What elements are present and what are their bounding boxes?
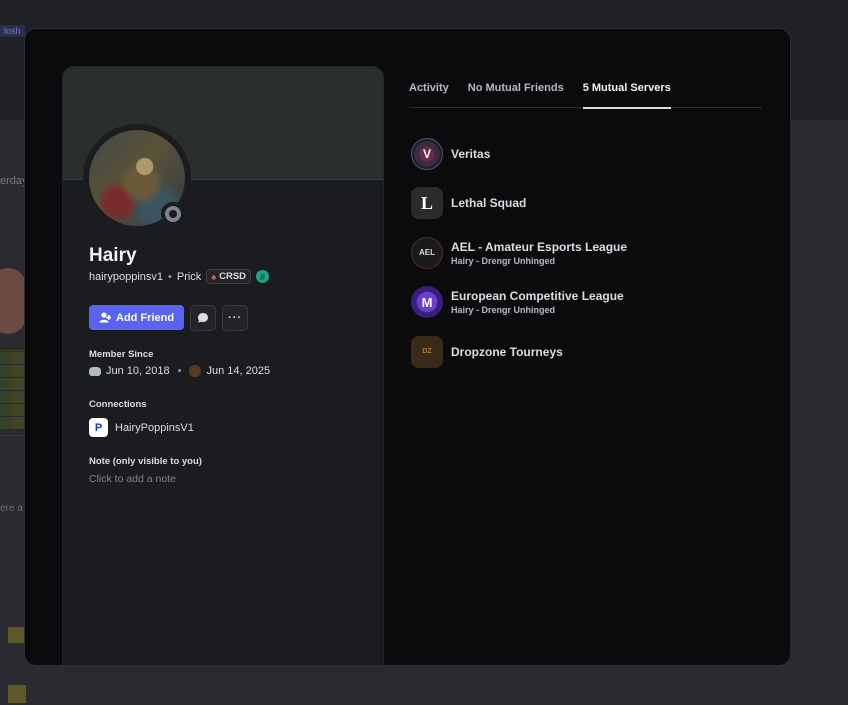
background-block [8,627,24,643]
more-options-button[interactable]: ··· [222,305,249,331]
server-item-ael[interactable]: AEL AEL - Amateur Esports League Hairy -… [411,228,762,278]
server-name: AEL - Amateur Esports League [451,239,628,254]
ecl-server-icon: M [411,286,443,319]
add-friend-button[interactable]: Add Friend [89,305,185,330]
server-name: Lethal Squad [451,196,527,211]
hashtag-badge-icon[interactable]: # [256,270,270,283]
background-block [8,685,26,703]
note-title: Note (only visible to you) [89,456,202,467]
mutual-servers-list: V Veritas L Lethal Squad AEL AEL - Amate… [411,129,762,377]
add-friend-label: Add Friend [116,311,175,324]
more-dots-icon: ··· [228,312,243,324]
avatar-frame[interactable] [83,124,191,232]
clan-icon: ♠ [211,271,217,282]
ael-server-icon: AEL [411,236,443,269]
display-name: Hairy [89,245,137,266]
member-since-row: Jun 10, 2018 • Jun 14, 2025 [89,365,270,377]
playstation-icon: P [89,418,108,437]
separator-dot: • [177,365,182,377]
clan-tag[interactable]: ♠ CRSD [206,269,252,284]
dropzone-server-icon: DZ [411,335,443,368]
message-button[interactable] [190,305,217,331]
connections-title: Connections [89,399,147,410]
server-item-dropzone[interactable]: DZ Dropzone Tourneys [411,327,762,377]
server-nickname: Hairy - Drengr Unhinged [451,255,556,266]
server-icon [189,365,202,377]
tab-mutual-friends[interactable]: No Mutual Friends [468,81,564,108]
discord-icon [89,366,101,376]
server-name: Veritas [451,146,491,161]
background-divider [0,435,24,436]
profile-modal: Hairy hairypoppinsv1 • Prick ♠ CRSD # Ad… [24,28,791,666]
separator-dot: • [168,270,172,283]
server-name: Dropzone Tourneys [451,344,563,359]
lethal-squad-server-icon: L [411,187,443,220]
background-tag: losh [0,25,25,37]
chat-bubble-icon [198,313,209,323]
status-indicator [161,202,185,226]
background-text: ere a [0,503,23,514]
profile-actions: Add Friend ··· [89,305,249,331]
server-join-date: Jun 14, 2025 [206,365,271,377]
note-input[interactable]: Click to add a note [89,473,176,485]
tab-mutual-servers[interactable]: 5 Mutual Servers [582,81,671,109]
server-item-ecl[interactable]: M European Competitive League Hairy - Dr… [411,278,762,328]
clan-tag-label: CRSD [219,271,247,282]
discord-join-date: Jun 10, 2018 [106,365,170,377]
member-since-title: Member Since [89,349,154,360]
profile-card: Hairy hairypoppinsv1 • Prick ♠ CRSD # Ad… [62,66,384,665]
tab-activity[interactable]: Activity [409,81,449,108]
server-item-lethal-squad[interactable]: L Lethal Squad [411,179,762,229]
pronouns: Prick [176,270,202,283]
user-tagline: hairypoppinsv1 • Prick ♠ CRSD # [89,269,270,284]
profile-tabs: Activity No Mutual Friends 5 Mutual Serv… [409,81,762,109]
username: hairypoppinsv1 [89,270,163,283]
add-user-icon [99,312,111,323]
veritas-server-icon: V [411,137,443,170]
server-nickname: Hairy - Drengr Unhinged [451,305,556,316]
background-grid [0,350,24,430]
background-avatar [0,268,26,334]
server-name: European Competitive League [451,289,624,304]
server-item-veritas[interactable]: V Veritas [411,129,762,179]
connection-name: HairyPoppinsV1 [115,421,194,434]
offline-status-icon [165,206,181,222]
connection-item[interactable]: P HairyPoppinsV1 [89,418,194,437]
